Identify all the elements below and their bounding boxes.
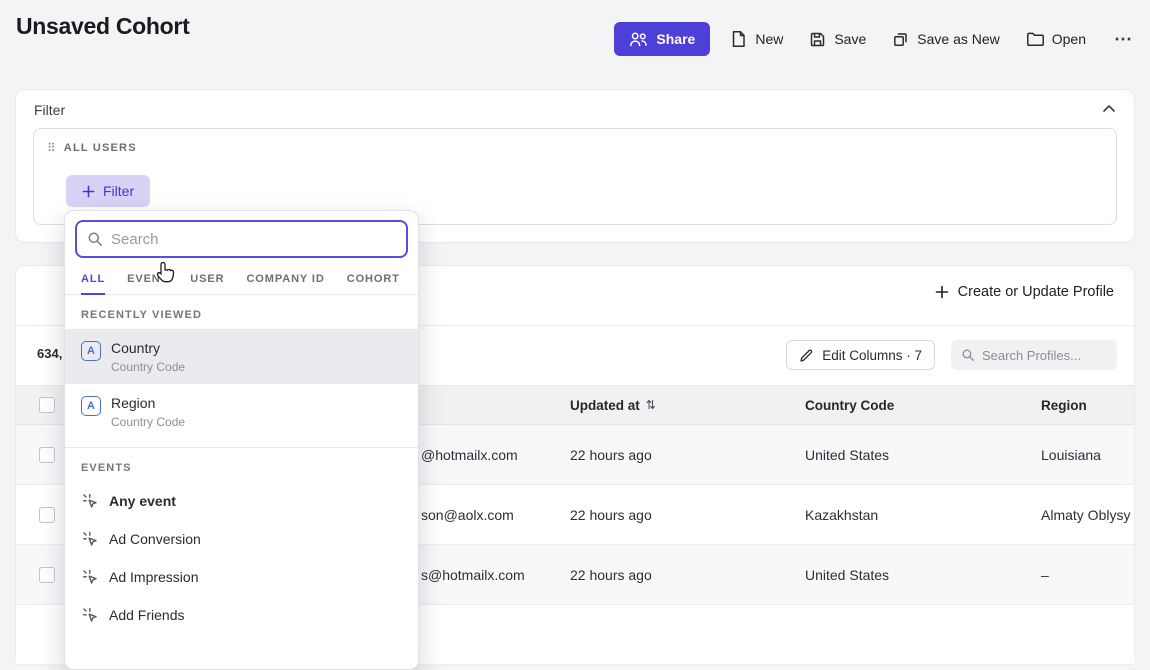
row-checkbox[interactable] bbox=[39, 447, 55, 463]
event-click-icon bbox=[81, 530, 99, 548]
sort-icon[interactable]: ⇅ bbox=[646, 398, 656, 412]
share-label: Share bbox=[656, 31, 695, 47]
dropdown-search bbox=[75, 220, 408, 258]
item-label: Add Friends bbox=[109, 606, 184, 624]
column-header-region[interactable]: Region bbox=[1041, 386, 1087, 424]
section-recently-viewed: RECENTLY VIEWED bbox=[65, 295, 418, 329]
item-sublabel: Country Code bbox=[111, 415, 185, 429]
email-cell: @hotmailx.com bbox=[421, 425, 518, 484]
ellipsis-icon: ⋯ bbox=[1114, 29, 1132, 50]
new-document-icon bbox=[730, 30, 747, 48]
region-cell: Louisiana bbox=[1041, 425, 1101, 484]
region-cell: – bbox=[1041, 545, 1049, 604]
tab-event[interactable]: EVENT bbox=[127, 262, 168, 294]
copy-icon bbox=[892, 31, 909, 48]
updated-at-label: Updated at bbox=[570, 398, 640, 413]
dropdown-tabs: ALL EVENT USER COMPANY ID COHORT bbox=[65, 262, 418, 295]
edit-columns-button[interactable]: Edit Columns · 7 bbox=[786, 340, 935, 370]
profiles-search-input[interactable] bbox=[982, 348, 1107, 363]
open-label: Open bbox=[1052, 31, 1086, 47]
folder-icon bbox=[1026, 31, 1044, 47]
email-cell: s@hotmailx.com bbox=[421, 545, 525, 604]
plus-icon bbox=[82, 185, 95, 198]
tab-company-id[interactable]: COMPANY ID bbox=[246, 262, 324, 294]
share-button[interactable]: Share bbox=[614, 22, 710, 56]
event-click-icon bbox=[81, 492, 99, 510]
plus-icon bbox=[935, 285, 949, 299]
region-cell: Almaty Oblysy bbox=[1041, 485, 1130, 544]
search-icon bbox=[87, 231, 103, 247]
toolbar: Share New Save Save as New bbox=[614, 22, 1140, 56]
tab-user[interactable]: USER bbox=[190, 262, 224, 294]
save-as-new-button[interactable]: Save as New bbox=[886, 23, 1005, 56]
row-check-cell bbox=[39, 545, 55, 604]
string-property-icon: A bbox=[81, 341, 101, 361]
drag-handle-icon[interactable]: ⠿ bbox=[47, 142, 56, 154]
list-item-add-friends[interactable]: Add Friends bbox=[65, 596, 418, 634]
email-cell: son@aolx.com bbox=[421, 485, 514, 544]
save-button[interactable]: Save bbox=[803, 23, 872, 56]
event-click-icon bbox=[81, 568, 99, 586]
country-cell: United States bbox=[805, 425, 889, 484]
item-label: Ad Conversion bbox=[109, 530, 201, 548]
tab-all[interactable]: ALL bbox=[81, 262, 105, 294]
updated-cell: 22 hours ago bbox=[570, 485, 652, 544]
add-filter-label: Filter bbox=[103, 183, 134, 199]
item-label: Country bbox=[111, 339, 185, 357]
country-code-label: Country Code bbox=[805, 398, 894, 413]
list-item-ad-conversion[interactable]: Ad Conversion bbox=[65, 520, 418, 558]
string-property-icon: A bbox=[81, 396, 101, 416]
row-check-cell bbox=[39, 425, 55, 484]
save-as-new-label: Save as New bbox=[917, 31, 999, 47]
save-icon bbox=[809, 31, 826, 48]
list-item-country[interactable]: A Country Country Code bbox=[65, 329, 418, 384]
row-checkbox[interactable] bbox=[39, 507, 55, 523]
collapse-filter-button[interactable] bbox=[1098, 100, 1120, 117]
list-item-ad-impression[interactable]: Ad Impression bbox=[65, 558, 418, 596]
edit-columns-label: Edit Columns · 7 bbox=[822, 348, 922, 363]
new-label: New bbox=[755, 31, 783, 47]
page-title: Unsaved Cohort bbox=[16, 13, 189, 40]
column-header-updated-at[interactable]: Updated at ⇅ bbox=[570, 386, 656, 424]
list-item-region[interactable]: A Region Country Code bbox=[65, 384, 418, 439]
filter-group-header: ⠿ ALL USERS bbox=[47, 142, 137, 154]
section-events: EVENTS bbox=[65, 448, 418, 482]
item-label: Region bbox=[111, 394, 185, 412]
column-header-country-code[interactable]: Country Code bbox=[805, 386, 894, 424]
region-label: Region bbox=[1041, 398, 1087, 413]
create-or-update-profile-button[interactable]: Create or Update Profile bbox=[935, 284, 1114, 300]
item-label: Any event bbox=[109, 492, 176, 510]
people-icon bbox=[629, 31, 648, 47]
search-icon bbox=[961, 348, 975, 362]
profiles-search bbox=[951, 340, 1117, 370]
updated-cell: 22 hours ago bbox=[570, 545, 652, 604]
profiles-count: 634, bbox=[37, 346, 62, 361]
country-cell: United States bbox=[805, 545, 889, 604]
save-label: Save bbox=[834, 31, 866, 47]
item-label: Ad Impression bbox=[109, 568, 198, 586]
create-or-update-profile-label: Create or Update Profile bbox=[958, 284, 1114, 300]
select-all-cell bbox=[39, 386, 55, 424]
property-dropdown: ALL EVENT USER COMPANY ID COHORT RECENTL… bbox=[64, 210, 419, 670]
pencil-icon bbox=[799, 348, 814, 363]
filter-card-title: Filter bbox=[34, 102, 65, 118]
country-cell: Kazakhstan bbox=[805, 485, 878, 544]
dropdown-search-input[interactable] bbox=[111, 231, 396, 248]
tab-cohort[interactable]: COHORT bbox=[347, 262, 400, 294]
item-sublabel: Country Code bbox=[111, 360, 185, 374]
row-check-cell bbox=[39, 485, 55, 544]
chevron-up-icon bbox=[1102, 104, 1116, 113]
filter-group-label: ALL USERS bbox=[64, 142, 137, 154]
new-button[interactable]: New bbox=[724, 22, 789, 56]
add-filter-button[interactable]: Filter bbox=[66, 175, 150, 207]
updated-cell: 22 hours ago bbox=[570, 425, 652, 484]
list-item-any-event[interactable]: Any event bbox=[65, 482, 418, 520]
page: { "header": { "title": "Unsaved Cohort",… bbox=[0, 0, 1150, 618]
event-click-icon bbox=[81, 606, 99, 624]
more-actions-button[interactable]: ⋯ bbox=[1106, 23, 1140, 56]
row-checkbox[interactable] bbox=[39, 567, 55, 583]
select-all-checkbox[interactable] bbox=[39, 397, 55, 413]
open-button[interactable]: Open bbox=[1020, 23, 1092, 55]
